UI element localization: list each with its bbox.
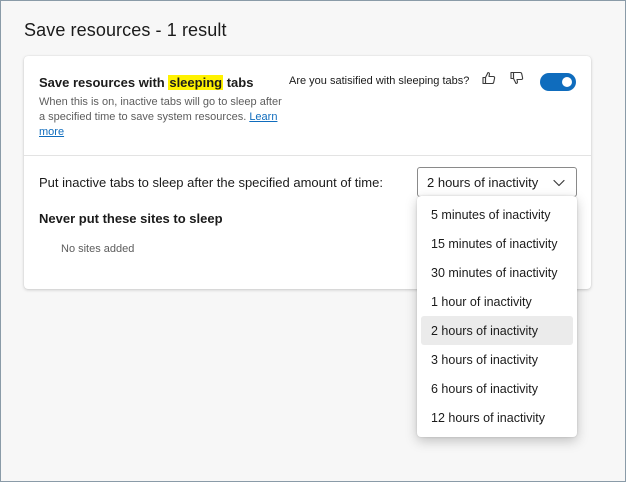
dropdown-option[interactable]: 12 hours of inactivity bbox=[421, 403, 573, 432]
section-divider bbox=[24, 155, 591, 156]
thumbs-down-button[interactable] bbox=[507, 70, 527, 90]
sleep-timeout-select[interactable]: 2 hours of inactivity bbox=[417, 167, 577, 197]
search-highlight: sleeping bbox=[168, 75, 224, 90]
dropdown-option[interactable]: 2 hours of inactivity bbox=[421, 316, 573, 345]
setting-description-text: When this is on, inactive tabs will go t… bbox=[39, 96, 282, 123]
sleep-timeout-dropdown: 5 minutes of inactivity 15 minutes of ina… bbox=[417, 196, 577, 437]
toggle-knob bbox=[562, 77, 572, 87]
setting-description: When this is on, inactive tabs will go t… bbox=[39, 95, 289, 140]
setting-title-suffix: tabs bbox=[223, 75, 254, 90]
dropdown-option[interactable]: 6 hours of inactivity bbox=[421, 374, 573, 403]
sleeping-tabs-toggle[interactable] bbox=[540, 73, 576, 91]
no-sites-text: No sites added bbox=[61, 243, 135, 255]
sleep-timeout-value: 2 hours of inactivity bbox=[427, 175, 539, 190]
save-resources-section: Save resources with sleeping tabs When t… bbox=[24, 56, 591, 155]
never-sleep-title: Never put these sites to sleep bbox=[39, 211, 223, 226]
thumbs-up-icon bbox=[481, 70, 497, 91]
dropdown-option[interactable]: 1 hour of inactivity bbox=[421, 287, 573, 316]
feedback-question: Are you satisified with sleeping tabs? bbox=[289, 75, 470, 87]
chevron-down-icon bbox=[552, 176, 566, 195]
thumbs-down-icon bbox=[509, 70, 525, 91]
page-title: Save resources - 1 result bbox=[24, 20, 227, 40]
dropdown-option[interactable]: 15 minutes of inactivity bbox=[421, 229, 573, 258]
thumbs-up-button[interactable] bbox=[479, 70, 499, 90]
dropdown-option[interactable]: 5 minutes of inactivity bbox=[421, 200, 573, 229]
setting-title-prefix: Save resources with bbox=[39, 75, 169, 90]
dropdown-option[interactable]: 30 minutes of inactivity bbox=[421, 258, 573, 287]
settings-window: Save resources - 1 result Save resources… bbox=[0, 0, 626, 482]
setting-title: Save resources with sleeping tabs bbox=[39, 75, 253, 90]
dropdown-option[interactable]: 3 hours of inactivity bbox=[421, 345, 573, 374]
sleep-timeout-label: Put inactive tabs to sleep after the spe… bbox=[39, 175, 383, 190]
